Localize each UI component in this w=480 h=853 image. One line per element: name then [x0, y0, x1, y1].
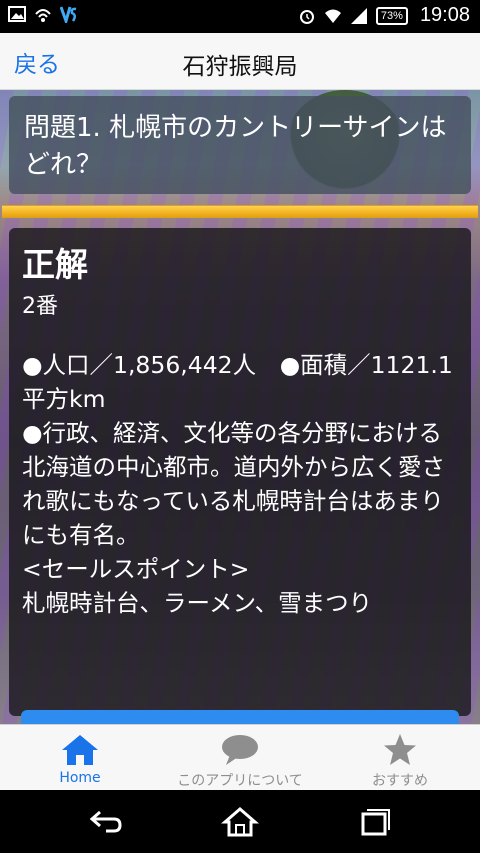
navigation-bar: 戻る 石狩振興局 — [0, 33, 480, 90]
answer-description: ●人口／1,856,442人 ●面積／1121.1 平方km ●行政、経済、文化… — [22, 351, 453, 617]
tab-bar: Home このアプリについて おすすめ — [0, 724, 480, 790]
tab-about[interactable]: このアプリについて — [160, 725, 320, 790]
vs-app-icon — [60, 6, 77, 23]
clock: 19:08 — [419, 4, 470, 26]
next-button[interactable]: 次へ — [21, 710, 459, 724]
question-text: 問題1. 札幌市のカントリーサインはどれ？ — [24, 113, 447, 180]
system-navigation-bar — [0, 790, 480, 853]
battery-indicator: 73% — [375, 6, 408, 25]
tab-home-label: Home — [59, 770, 101, 786]
status-left — [8, 5, 78, 23]
tab-home[interactable]: Home — [0, 725, 160, 790]
home-nav-icon[interactable] — [220, 806, 260, 838]
status-bar: 73% 19:08 — [0, 0, 480, 33]
speech-bubble-icon — [222, 735, 258, 765]
home-icon — [62, 735, 98, 765]
progress-bar — [2, 205, 478, 218]
status-right: 73% 19:08 — [298, 4, 470, 27]
wifi-icon — [324, 9, 341, 23]
wifi-on-icon — [35, 9, 51, 22]
tab-about-label: このアプリについて — [177, 773, 303, 789]
star-icon — [384, 734, 416, 765]
image-icon — [8, 6, 26, 22]
signal-icon — [350, 7, 367, 24]
tab-recommend-label: おすすめ — [372, 773, 428, 789]
result-label: 正解 — [22, 245, 88, 284]
progress-fill — [2, 206, 478, 217]
answer-card[interactable]: 正解 2番 ●人口／1,856,442人 ●面積／1121.1 平方km ●行政… — [9, 228, 471, 716]
page-title: 石狩振興局 — [182, 54, 298, 80]
recent-apps-icon[interactable] — [354, 806, 394, 838]
question-card: 問題1. 札幌市のカントリーサインはどれ？ — [9, 96, 471, 194]
alarm-icon — [299, 9, 314, 24]
content-area: 問題1. 札幌市のカントリーサインはどれ？ 正解 2番 ●人口／1,856,44… — [0, 90, 480, 724]
back-arrow-icon[interactable] — [86, 806, 126, 838]
tab-recommend[interactable]: おすすめ — [320, 725, 480, 790]
answer-number: 2番 — [22, 294, 58, 319]
